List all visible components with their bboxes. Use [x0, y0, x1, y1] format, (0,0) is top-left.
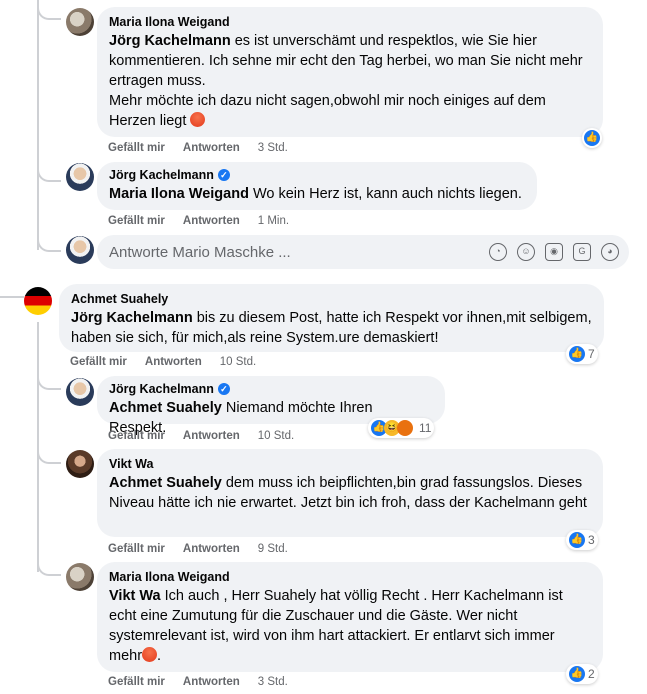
reply-button[interactable]: Antworten: [145, 356, 202, 368]
angry-reaction-icon: [397, 420, 413, 436]
like-button[interactable]: Gefällt mir: [70, 356, 127, 368]
thread-connector: [37, 232, 61, 252]
comment-bubble: Vikt Wa Achmet Suahely dem muss ich beip…: [97, 449, 603, 537]
thread-connector: [37, 446, 61, 464]
reply-button[interactable]: Antworten: [183, 676, 240, 688]
verified-badge-icon: ✓: [217, 169, 230, 181]
comment-bubble: Jörg Kachelmann ✓ Achmet Suahely Niemand …: [97, 376, 445, 436]
mention-tag[interactable]: Jörg Kachelmann: [109, 33, 231, 49]
reply-placeholder: Antworte Mario Maschke ...: [109, 243, 291, 261]
comment-actions: Gefällt mir Antworten 3 Std.: [108, 142, 288, 154]
thread-connector: [37, 0, 61, 20]
avatar[interactable]: [24, 287, 52, 315]
comment-bubble: Achmet Suahely Jörg Kachelmann bis zu di…: [59, 284, 604, 352]
comment-text: Jörg Kachelmann es ist unverschämt und r…: [109, 33, 583, 129]
like-reaction-icon: 👍: [569, 346, 585, 362]
comment-author[interactable]: Vikt Wa: [109, 457, 591, 471]
reaction-count[interactable]: 👍: [582, 128, 602, 148]
reaction-count[interactable]: 👍 3: [566, 530, 598, 550]
comment-text: Achmet Suahely dem muss ich beipflichten…: [109, 475, 587, 511]
mention-tag[interactable]: Achmet Suahely: [109, 400, 222, 416]
timestamp[interactable]: 10 Std.: [258, 430, 294, 442]
reaction-count[interactable]: 👍 2: [566, 664, 598, 684]
like-button[interactable]: Gefällt mir: [108, 215, 165, 227]
sticker-icon[interactable]: ◕: [601, 243, 619, 261]
reply-tools: ◔ ☺ ◉ G ◕: [489, 243, 619, 261]
like-button[interactable]: Gefällt mir: [108, 676, 165, 688]
comment-actions: Gefällt mir Antworten 10 Std.: [108, 430, 294, 442]
reaction-count[interactable]: 👍 😆 11: [368, 418, 435, 438]
comment-actions: Gefällt mir Antworten 10 Std.: [70, 356, 256, 368]
comment-author[interactable]: Maria Ilona Weigand: [109, 15, 591, 29]
thread-connector: [37, 160, 61, 182]
like-button[interactable]: Gefällt mir: [108, 430, 165, 442]
comment-text: Maria Ilona Weigand Wo kein Herz ist, ka…: [109, 186, 522, 202]
camera-icon[interactable]: ◉: [545, 243, 563, 261]
reply-button[interactable]: Antworten: [183, 215, 240, 227]
comment-author[interactable]: Jörg Kachelmann ✓: [109, 382, 433, 396]
reaction-count[interactable]: 👍 7: [566, 344, 598, 364]
avatar: [66, 236, 94, 264]
reply-button[interactable]: Antworten: [183, 142, 240, 154]
comment-bubble: Maria Ilona Weigand Vikt Wa Ich auch , H…: [97, 562, 603, 672]
comment-author[interactable]: Maria Ilona Weigand: [109, 570, 591, 584]
timestamp[interactable]: 3 Std.: [258, 142, 288, 154]
thread-connector: [37, 372, 61, 390]
avatar[interactable]: [66, 163, 94, 191]
reply-input[interactable]: Antworte Mario Maschke ... ◔ ☺ ◉ G ◕: [97, 235, 629, 269]
comment-text: Jörg Kachelmann bis zu diesem Post, hatt…: [71, 310, 592, 346]
gif-icon[interactable]: G: [573, 243, 591, 261]
comment-bubble: Jörg Kachelmann ✓ Maria Ilona Weigand Wo …: [97, 162, 537, 210]
timestamp[interactable]: 3 Std.: [258, 676, 288, 688]
comment-author[interactable]: Jörg Kachelmann ✓: [109, 168, 525, 182]
timestamp[interactable]: 9 Std.: [258, 543, 288, 555]
mention-tag[interactable]: Jörg Kachelmann: [71, 310, 193, 326]
angry-emoji-icon: [190, 112, 206, 127]
comment-author[interactable]: Achmet Suahely: [71, 292, 592, 306]
reply-button[interactable]: Antworten: [183, 543, 240, 555]
timestamp[interactable]: 1 Min.: [258, 215, 289, 227]
like-reaction-icon: 👍: [569, 666, 585, 682]
mention-tag[interactable]: Achmet Suahely: [109, 475, 222, 491]
avatar[interactable]: [66, 563, 94, 591]
thread-line: [0, 296, 24, 298]
comment-bubble: Maria Ilona Weigand Jörg Kachelmann es i…: [97, 7, 603, 137]
like-reaction-icon: 👍: [584, 130, 600, 146]
reply-button[interactable]: Antworten: [183, 430, 240, 442]
verified-badge-icon: ✓: [217, 383, 230, 395]
timestamp[interactable]: 10 Std.: [220, 356, 256, 368]
avatar[interactable]: [66, 450, 94, 478]
emoji-icon[interactable]: ☺: [517, 243, 535, 261]
angry-emoji-icon: [142, 647, 158, 662]
like-button[interactable]: Gefällt mir: [108, 142, 165, 154]
mention-tag[interactable]: Maria Ilona Weigand: [109, 186, 249, 202]
comment-text: Vikt Wa Ich auch , Herr Suahely hat völl…: [109, 588, 563, 664]
thread-line: [37, 0, 39, 250]
thread-connector: [37, 556, 61, 576]
mention-tag[interactable]: Vikt Wa: [109, 588, 161, 604]
comment-actions: Gefällt mir Antworten 1 Min.: [108, 215, 289, 227]
comment-actions: Gefällt mir Antworten 9 Std.: [108, 543, 288, 555]
avatar[interactable]: [66, 378, 94, 406]
avatar[interactable]: [66, 8, 94, 36]
like-button[interactable]: Gefällt mir: [108, 543, 165, 555]
avatar-sticker-icon[interactable]: ◔: [489, 243, 507, 261]
like-reaction-icon: 👍: [569, 532, 585, 548]
comment-actions: Gefällt mir Antworten 3 Std.: [108, 676, 288, 688]
